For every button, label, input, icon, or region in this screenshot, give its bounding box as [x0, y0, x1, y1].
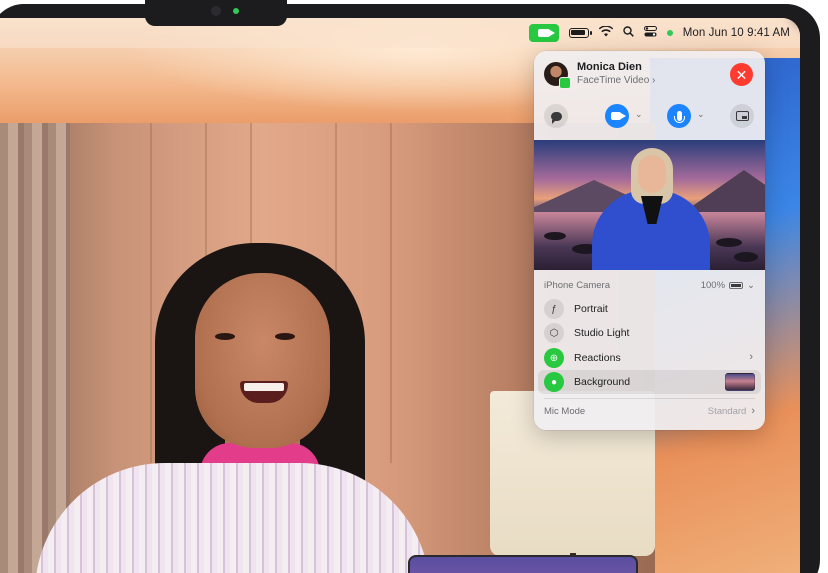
reactions-icon: ⊕ [544, 348, 564, 368]
self-view-thumbnail[interactable] [408, 555, 638, 573]
person-icon: ● [544, 372, 564, 392]
camera-battery-percent: 100% [700, 280, 726, 291]
menu-bar-status-items: Mon Jun 10 9:41 AM [528, 24, 790, 42]
camera-source-status[interactable]: 100% ⌄ [701, 280, 755, 291]
effect-background[interactable]: ● Background [538, 370, 761, 394]
camera-lens [211, 6, 221, 16]
facetime-icon[interactable] [528, 24, 559, 42]
chevron-right-icon: › [749, 351, 753, 363]
facetime-badge-icon [559, 77, 571, 89]
contact-name: Monica Dien [577, 61, 642, 73]
camera-notch [145, 0, 287, 26]
camera-preview [534, 140, 765, 270]
video-camera-icon [610, 112, 626, 120]
end-call-button[interactable]: ✕ [730, 63, 753, 86]
screen-share-icon [735, 111, 749, 121]
video-toggle-button[interactable] [605, 104, 629, 128]
curtain [0, 123, 70, 573]
camera-active-indicator [233, 8, 239, 14]
chevron-right-icon: › [652, 75, 656, 86]
search-icon[interactable] [623, 24, 634, 42]
microphone-icon [673, 111, 685, 123]
camera-source-label: iPhone Camera [544, 280, 611, 291]
cube-icon: ⬡ [544, 323, 564, 343]
chevron-right-icon: › [751, 405, 755, 417]
battery-icon[interactable] [568, 28, 592, 38]
background-thumbnail[interactable] [725, 373, 755, 391]
mic-mode-value: Standard [707, 405, 747, 417]
effect-portrait[interactable]: ƒ Portrait [538, 297, 761, 321]
mic-toggle-button[interactable] [667, 104, 691, 128]
close-icon: ✕ [735, 66, 748, 83]
message-bubble-icon [550, 111, 562, 124]
chevron-down-icon: ⌄ [747, 280, 755, 291]
messages-button[interactable] [544, 104, 568, 128]
video-options-chevron-icon[interactable]: ⌄ [635, 109, 643, 120]
mic-options-chevron-icon[interactable]: ⌄ [697, 109, 705, 120]
camera-in-use-dot [666, 30, 673, 36]
control-center-icon[interactable] [643, 24, 657, 42]
portrait-f-icon: ƒ [544, 299, 564, 319]
screen-share-button[interactable] [730, 104, 754, 128]
menu-bar-clock[interactable]: Mon Jun 10 9:41 AM [683, 27, 790, 39]
facetime-control-popover: Monica Dien FaceTime Video › ✕ ⌄ ⌄ iPhon… [534, 51, 765, 430]
wifi-icon[interactable] [598, 24, 613, 42]
effect-studio-light[interactable]: ⬡ Studio Light [538, 321, 761, 345]
menu-bar: Mon Jun 10 9:41 AM [0, 18, 800, 48]
mic-mode-label: Mic Mode [544, 406, 586, 417]
mic-mode-selector[interactable]: Standard › [708, 405, 755, 417]
divider [544, 398, 755, 399]
effect-reactions[interactable]: ⊕ Reactions › [538, 346, 761, 370]
battery-icon [729, 282, 744, 289]
call-type-link[interactable]: FaceTime Video › [577, 75, 655, 86]
